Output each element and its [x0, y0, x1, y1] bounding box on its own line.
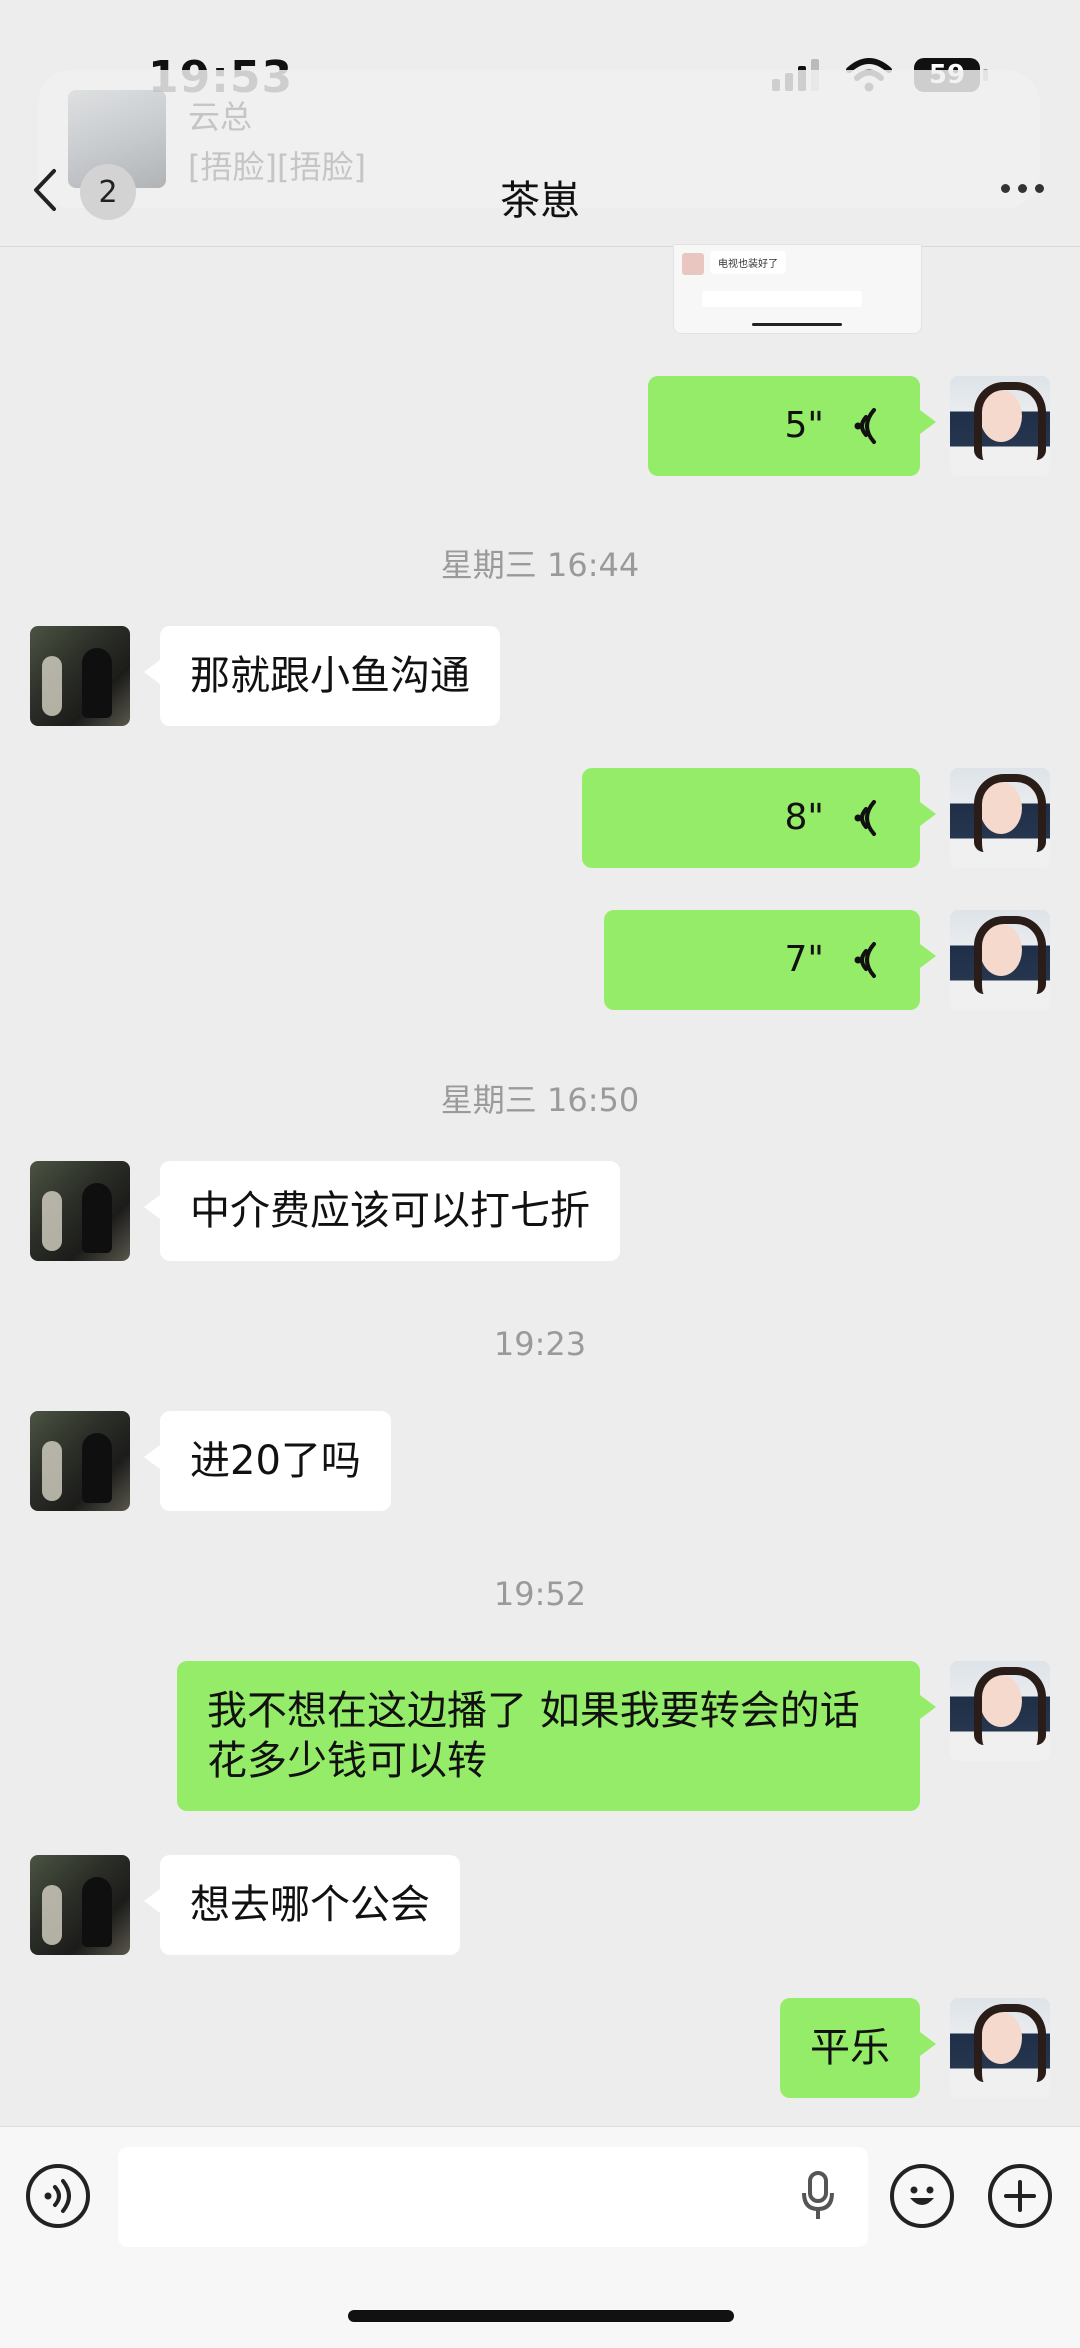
chat-header: 2 茶崽 [0, 140, 1080, 247]
message-bubble[interactable]: 我不想在这边播了 如果我要转会的话 花多少钱可以转 [177, 1661, 936, 1811]
thumb-text: 电视也装好了 [710, 251, 786, 274]
message-bubble[interactable]: 平乐 [780, 1998, 936, 2098]
timestamp: 19:23 [493, 1325, 587, 1363]
banner-sender: 云总 [188, 98, 253, 136]
contact-avatar[interactable] [30, 1855, 130, 1955]
voice-message[interactable]: 8" [582, 768, 936, 868]
message-bubble[interactable]: 想去哪个公会 [144, 1855, 460, 1955]
timestamp: 19:52 [493, 1575, 587, 1613]
voice-wave-icon [854, 408, 876, 444]
my-avatar[interactable] [950, 1661, 1050, 1761]
image-message[interactable]: 电视也装好了 [673, 244, 922, 334]
timestamp: 星期三 16:50 [440, 1081, 640, 1119]
voice-duration: 8" [784, 797, 824, 838]
contact-avatar[interactable] [30, 1161, 130, 1261]
my-avatar[interactable] [950, 910, 1050, 1010]
message-bubble[interactable]: 那就跟小鱼沟通 [144, 626, 500, 726]
voice-input-button[interactable] [26, 2164, 90, 2228]
contact-avatar[interactable] [30, 1411, 130, 1511]
voice-duration: 7" [784, 939, 824, 980]
contact-avatar[interactable] [30, 626, 130, 726]
message-line: 花多少钱可以转 [207, 1738, 487, 1784]
my-avatar[interactable] [950, 376, 1050, 476]
timestamp: 星期三 16:44 [440, 546, 640, 584]
voice-message[interactable]: 7" [604, 910, 936, 1010]
smiley-icon [910, 2186, 934, 2205]
voice-wave-icon [854, 800, 876, 836]
thumb-input-bar [680, 289, 914, 309]
emoji-button[interactable] [890, 2164, 954, 2228]
message-bubble[interactable]: 进20了吗 [144, 1411, 391, 1511]
voice-mode-icon [44, 2179, 71, 2213]
voice-message[interactable]: 5" [648, 376, 936, 476]
thumb-home-indicator [752, 323, 842, 326]
more-functions-button[interactable] [988, 2164, 1052, 2228]
more-dot-icon [1001, 184, 1010, 193]
thumb-avatar [682, 253, 704, 275]
my-avatar[interactable] [950, 768, 1050, 868]
plus-icon [1004, 2180, 1036, 2212]
message-input[interactable] [118, 2147, 868, 2247]
microphone-icon[interactable] [800, 2171, 836, 2221]
voice-duration: 5" [784, 405, 824, 446]
message-bubble[interactable]: 中介费应该可以打七折 [144, 1161, 620, 1261]
my-avatar[interactable] [950, 1998, 1050, 2098]
home-indicator[interactable] [348, 2310, 734, 2322]
message-line: 我不想在这边播了 如果我要转会的话 [207, 1688, 860, 1734]
more-dot-icon [1035, 184, 1044, 193]
voice-wave-icon [854, 942, 876, 978]
chat-title: 茶崽 [500, 178, 580, 224]
more-dot-icon [1018, 184, 1027, 193]
more-options-button[interactable] [1001, 184, 1044, 193]
